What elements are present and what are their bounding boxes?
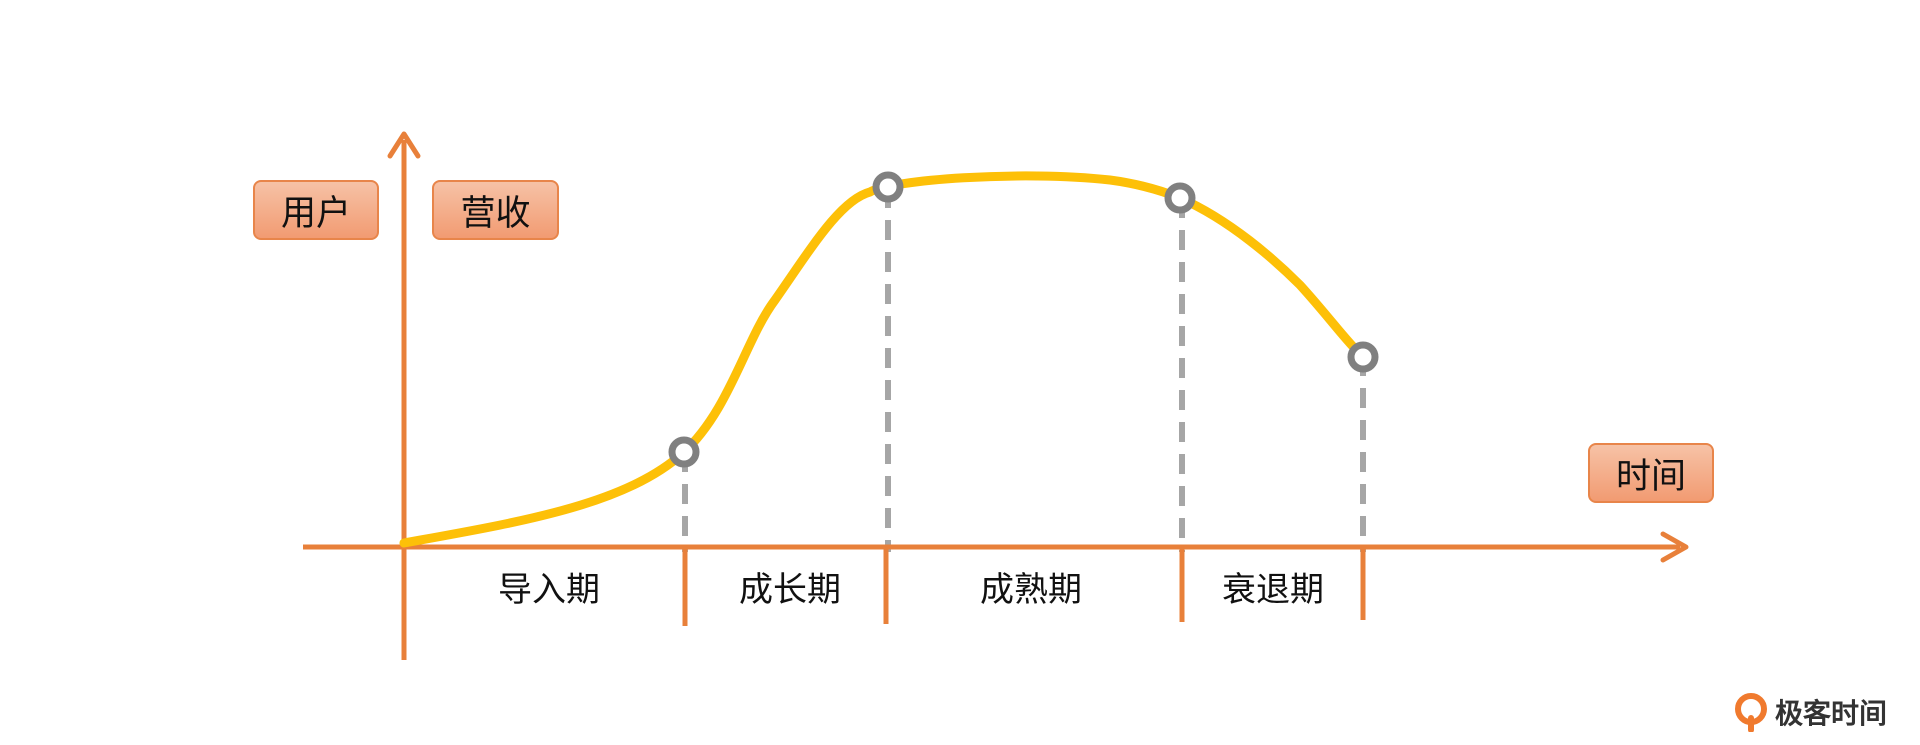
label-revenue: 营收 [432,180,559,240]
geektime-logo-icon [1735,693,1767,732]
geektime-logo: 极客时间 [1733,692,1887,732]
marker-growth-start [668,436,700,468]
lifecycle-diagram [303,131,1689,660]
marker-decline-end [1347,341,1379,373]
marker-decline-start [1164,182,1196,214]
label-time: 时间 [1588,443,1714,503]
stage-label-growth: 成长期 [739,570,841,610]
stage-label-maturity: 成熟期 [980,570,1082,610]
stage-label-introduction: 导入期 [498,570,600,610]
logo-text: 极客时间 [1775,697,1888,730]
label-users: 用户 [253,180,379,240]
stage-label-decline: 衰退期 [1222,570,1324,610]
marker-maturity-start [872,171,904,203]
